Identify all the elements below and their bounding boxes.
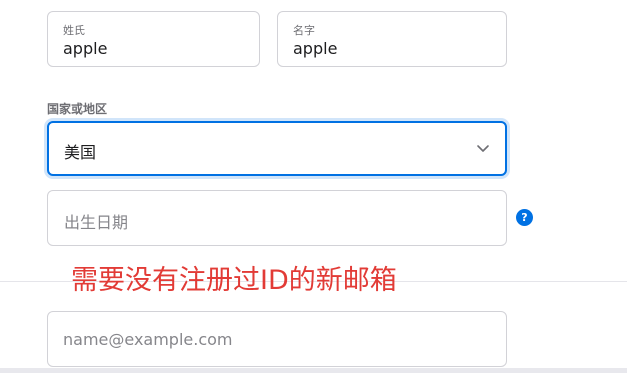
chevron-down-icon [477, 145, 489, 152]
country-label: 国家或地区 [47, 102, 108, 116]
help-icon[interactable]: ? [516, 209, 533, 226]
last-name-field[interactable]: 姓氏 apple [47, 11, 260, 67]
birthday-placeholder: 出生日期 [64, 213, 129, 232]
last-name-label: 姓氏 [63, 24, 85, 37]
country-select[interactable]: 美国 [47, 121, 507, 176]
email-input[interactable] [63, 328, 483, 350]
first-name-field[interactable]: 名字 apple [277, 11, 507, 67]
country-value: 美国 [64, 143, 97, 162]
first-name-label: 名字 [293, 24, 315, 37]
email-field[interactable] [47, 311, 507, 367]
first-name-value[interactable]: apple [293, 39, 337, 58]
birthday-field[interactable]: 出生日期 [47, 190, 507, 246]
annotation-text: 需要没有注册过ID的新邮箱 [71, 265, 397, 296]
last-name-value[interactable]: apple [63, 39, 107, 58]
bottom-band [0, 368, 627, 373]
